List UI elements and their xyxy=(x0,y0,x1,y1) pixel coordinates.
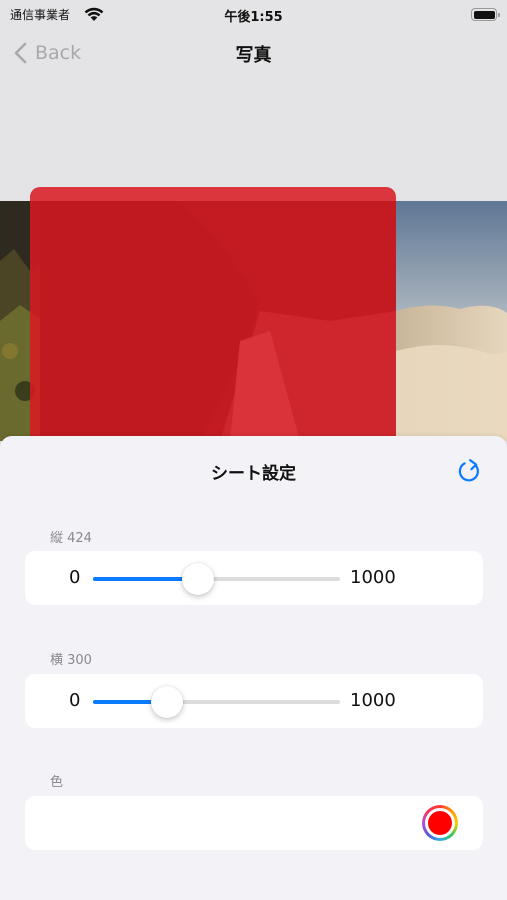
sheet-preview-overlay xyxy=(30,187,396,447)
height-max-label: 1000 xyxy=(350,567,396,588)
sheet-title: シート設定 xyxy=(211,464,296,484)
width-min-label: 0 xyxy=(69,690,81,711)
color-label: 色 xyxy=(50,775,64,790)
height-slider[interactable] xyxy=(93,563,340,595)
height-slider-thumb[interactable] xyxy=(181,563,214,595)
status-bar: 通信事業者 午後1:55 xyxy=(0,0,507,30)
height-min-label: 0 xyxy=(69,567,81,588)
height-label: 縦 424 xyxy=(50,531,92,546)
width-label: 横 300 xyxy=(50,653,92,668)
width-slider-thumb[interactable] xyxy=(151,686,184,718)
arrow-clockwise-icon xyxy=(458,459,479,482)
status-time: 午後1:55 xyxy=(224,10,283,25)
color-row xyxy=(25,796,483,850)
height-slider-row: 0 1000 xyxy=(25,551,483,605)
battery-icon xyxy=(471,8,500,21)
settings-sheet: シート設定 縦 424 0 1000 横 300 0 1000 色 xyxy=(0,436,507,900)
reset-button[interactable] xyxy=(455,457,483,485)
photo-right xyxy=(396,201,507,441)
color-picker-well[interactable] xyxy=(422,805,458,841)
width-slider-row: 0 1000 xyxy=(25,674,483,728)
app-screen: 通信事業者 午後1:55 Back 写真 シート設定 縦 424 0 1000 … xyxy=(0,0,507,900)
color-swatch xyxy=(428,811,452,835)
width-max-label: 1000 xyxy=(350,690,396,711)
page-title: 写真 xyxy=(235,45,272,66)
width-slider[interactable] xyxy=(93,686,340,718)
